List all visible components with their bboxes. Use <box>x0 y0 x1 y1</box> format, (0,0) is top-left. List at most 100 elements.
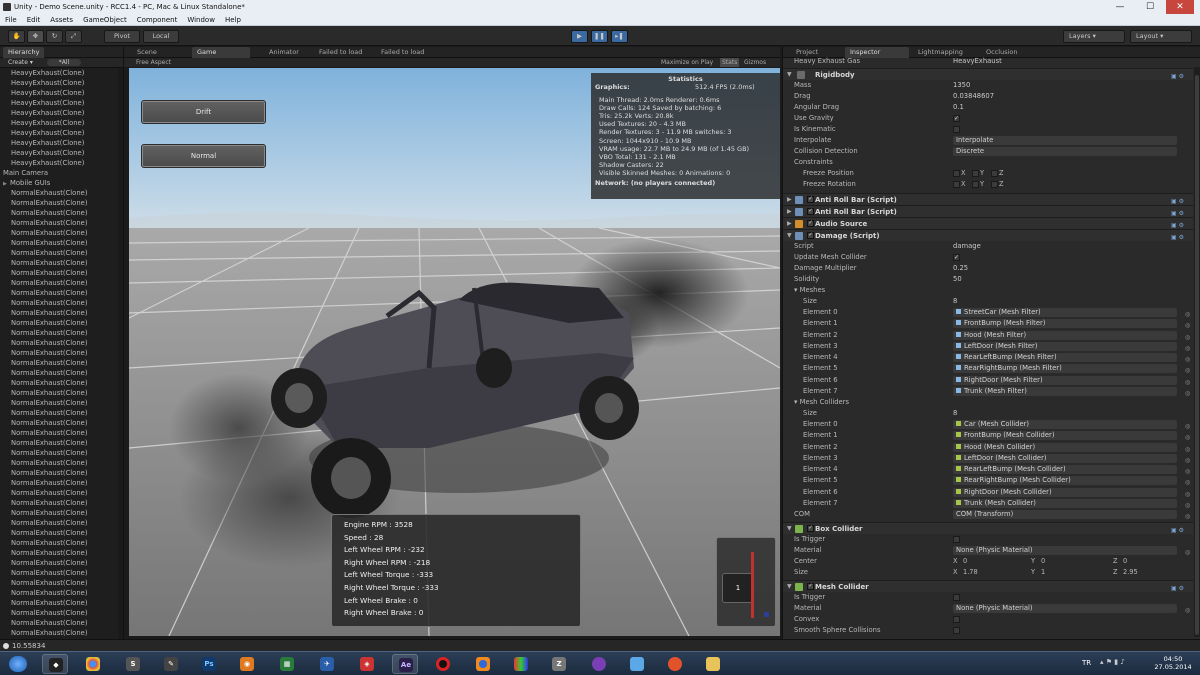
hierarchy-item-normal-exhaust[interactable]: NormalExhaust(Clone) <box>0 228 123 238</box>
mesh-filter-element-field[interactable]: StreetCar (Mesh Filter) <box>953 308 1177 317</box>
layers-dropdown[interactable]: Layers ▾ <box>1063 30 1125 43</box>
freeze-rot-x-checkbox[interactable] <box>953 181 960 188</box>
play-button[interactable]: ▶ <box>571 30 588 43</box>
hierarchy-item-normal-exhaust[interactable]: NormalExhaust(Clone) <box>0 518 123 528</box>
hierarchy-item-normal-exhaust[interactable]: NormalExhaust(Clone) <box>0 568 123 578</box>
language-indicator[interactable]: TR <box>1082 659 1091 667</box>
hierarchy-item-mobile-guis[interactable]: ▶ Mobile GUIs <box>0 178 123 188</box>
hierarchy-item-normal-exhaust[interactable]: NormalExhaust(Clone) <box>0 348 123 358</box>
hierarchy-item-heavy-exhaust[interactable]: HeavyExhaust(Clone) <box>0 128 123 138</box>
hierarchy-item-normal-exhaust[interactable]: NormalExhaust(Clone) <box>0 358 123 368</box>
hierarchy-item-normal-exhaust[interactable]: NormalExhaust(Clone) <box>0 508 123 518</box>
hierarchy-item-normal-exhaust[interactable]: NormalExhaust(Clone) <box>0 318 123 328</box>
hierarchy-item-main-camera[interactable]: Main Camera <box>0 168 123 178</box>
hierarchy-item-heavy-exhaust[interactable]: HeavyExhaust(Clone) <box>0 98 123 108</box>
menu-assets[interactable]: Assets <box>45 16 78 24</box>
hierarchy-item-normal-exhaust[interactable]: NormalExhaust(Clone) <box>0 208 123 218</box>
script-field[interactable]: damage <box>953 241 981 252</box>
hierarchy-item-normal-exhaust[interactable]: NormalExhaust(Clone) <box>0 478 123 488</box>
size-x-field[interactable]: 1.78 <box>963 567 978 578</box>
hierarchy-search[interactable]: *All <box>46 59 82 66</box>
anti-roll-bar-1-header[interactable]: ▶ ✓ Anti Roll Bar (Script) ▣ ⚙ <box>783 193 1193 205</box>
hierarchy-item-normal-exhaust[interactable]: NormalExhaust(Clone) <box>0 618 123 628</box>
mesh-colliders-row[interactable]: ▾ Mesh Colliders <box>783 397 1193 408</box>
hierarchy-item-normal-exhaust[interactable]: NormalExhaust(Clone) <box>0 408 123 418</box>
mesh-collider-element-field[interactable]: LeftDoor (Mesh Collider) <box>953 453 1177 463</box>
hand-tool-icon[interactable]: ✋ <box>8 30 25 43</box>
tab-animator[interactable]: Animator <box>264 47 304 58</box>
hierarchy-scrollbar[interactable] <box>118 68 123 639</box>
hierarchy-item-normal-exhaust[interactable]: NormalExhaust(Clone) <box>0 538 123 548</box>
normal-button[interactable]: Normal <box>141 144 266 168</box>
use-gravity-checkbox[interactable]: ✓ <box>953 115 960 122</box>
taskbar-app-14[interactable]: Z <box>546 654 572 674</box>
hierarchy-item-heavy-exhaust[interactable]: HeavyExhaust(Clone) <box>0 108 123 118</box>
hierarchy-item-normal-exhaust[interactable]: NormalExhaust(Clone) <box>0 498 123 508</box>
rotate-tool-icon[interactable]: ↻ <box>46 30 63 43</box>
maximize-on-play-toggle[interactable]: Maximize on Play <box>661 58 713 67</box>
taskbar-explorer[interactable] <box>700 654 726 674</box>
hierarchy-item-normal-exhaust[interactable]: NormalExhaust(Clone) <box>0 528 123 538</box>
mesh-filter-element-field[interactable]: FrontBump (Mesh Filter) <box>953 319 1177 329</box>
mesh-collider-element-field[interactable]: FrontBump (Mesh Collider) <box>953 431 1177 441</box>
hierarchy-item-normal-exhaust[interactable]: NormalExhaust(Clone) <box>0 448 123 458</box>
damage-multiplier-field[interactable]: 0.25 <box>953 263 968 274</box>
step-button[interactable]: ▸❚ <box>611 30 628 43</box>
gizmos-dropdown[interactable]: Gizmos <box>744 58 766 67</box>
hierarchy-item-normal-exhaust[interactable]: NormalExhaust(Clone) <box>0 338 123 348</box>
hierarchy-item-normal-exhaust[interactable]: NormalExhaust(Clone) <box>0 598 123 608</box>
mesh-collider-element-field[interactable]: Car (Mesh Collider) <box>953 420 1177 429</box>
interpolate-dropdown[interactable]: Interpolate <box>953 136 1177 145</box>
taskbar-app-8[interactable]: ✈ <box>314 654 340 674</box>
damage-script-header[interactable]: ▼ ✓ Damage (Script) ▣ ⚙ <box>783 229 1193 241</box>
taskbar-unity[interactable]: ◆ <box>42 654 68 674</box>
menu-component[interactable]: Component <box>132 16 183 24</box>
hierarchy-item-heavy-exhaust[interactable]: HeavyExhaust(Clone) <box>0 68 123 78</box>
hierarchy-item-normal-exhaust[interactable]: NormalExhaust(Clone) <box>0 378 123 388</box>
angular-drag-field[interactable]: 0.1 <box>953 102 964 113</box>
menu-edit[interactable]: Edit <box>22 16 46 24</box>
solidity-field[interactable]: 50 <box>953 274 962 285</box>
taskbar-recorder[interactable] <box>430 654 456 674</box>
drag-field[interactable]: 0.03848607 <box>953 91 994 102</box>
enable-checkbox[interactable]: ✓ <box>807 220 814 227</box>
center-x-field[interactable]: 0 <box>963 556 967 567</box>
taskbar-firefox[interactable] <box>470 654 496 674</box>
box-is-trigger-checkbox[interactable] <box>953 536 960 543</box>
hierarchy-item-normal-exhaust[interactable]: NormalExhaust(Clone) <box>0 248 123 258</box>
hierarchy-item-normal-exhaust[interactable]: NormalExhaust(Clone) <box>0 218 123 228</box>
meshes-row[interactable]: ▾ Meshes <box>783 285 1193 296</box>
mesh-filter-element-field[interactable]: RightDoor (Mesh Filter) <box>953 375 1177 385</box>
scale-tool-icon[interactable]: ⤢ <box>65 30 82 43</box>
mesh-collider-element-field[interactable]: RearRightBump (Mesh Collider) <box>953 476 1177 486</box>
hierarchy-item-normal-exhaust[interactable]: NormalExhaust(Clone) <box>0 238 123 248</box>
taskbar-app-7[interactable]: ▦ <box>274 654 300 674</box>
menu-window[interactable]: Window <box>182 16 220 24</box>
enable-checkbox[interactable]: ✓ <box>807 583 814 590</box>
tab-failed-2[interactable]: Failed to load <box>376 47 429 58</box>
hierarchy-item-normal-exhaust[interactable]: NormalExhaust(Clone) <box>0 258 123 268</box>
com-field[interactable]: COM (Transform) <box>953 510 1177 519</box>
close-button[interactable]: ✕ <box>1166 0 1194 14</box>
hierarchy-item-normal-exhaust[interactable]: NormalExhaust(Clone) <box>0 608 123 618</box>
hierarchy-item-normal-exhaust[interactable]: NormalExhaust(Clone) <box>0 388 123 398</box>
size-z-field[interactable]: 2.95 <box>1123 567 1138 578</box>
hierarchy-item-heavy-exhaust[interactable]: HeavyExhaust(Clone) <box>0 88 123 98</box>
enable-checkbox[interactable]: ✓ <box>807 232 814 239</box>
enable-checkbox[interactable]: ✓ <box>807 208 814 215</box>
hierarchy-item-heavy-exhaust[interactable]: HeavyExhaust(Clone) <box>0 158 123 168</box>
freeze-pos-z-checkbox[interactable] <box>991 170 998 177</box>
hierarchy-item-heavy-exhaust[interactable]: HeavyExhaust(Clone) <box>0 118 123 128</box>
update-mesh-collider-checkbox[interactable]: ✓ <box>953 254 960 261</box>
taskbar-app-9[interactable]: ◈ <box>354 654 380 674</box>
mesh-collider-element-field[interactable]: Hood (Mesh Collider) <box>953 442 1177 452</box>
tab-hierarchy[interactable]: Hierarchy <box>3 47 45 58</box>
inspector-scrollbar[interactable] <box>1194 67 1200 637</box>
audio-source-header[interactable]: ▶ ✓ Audio Source ▣ ⚙ <box>783 217 1193 229</box>
hierarchy-item-normal-exhaust[interactable]: NormalExhaust(Clone) <box>0 488 123 498</box>
menu-help[interactable]: Help <box>220 16 246 24</box>
menu-file[interactable]: File <box>0 16 22 24</box>
mass-field[interactable]: 1350 <box>953 80 970 91</box>
mesh-collider-element-field[interactable]: RightDoor (Mesh Collider) <box>953 487 1177 497</box>
tray-icons[interactable]: ▴ ⚑ ▮ ♪ <box>1100 658 1125 666</box>
